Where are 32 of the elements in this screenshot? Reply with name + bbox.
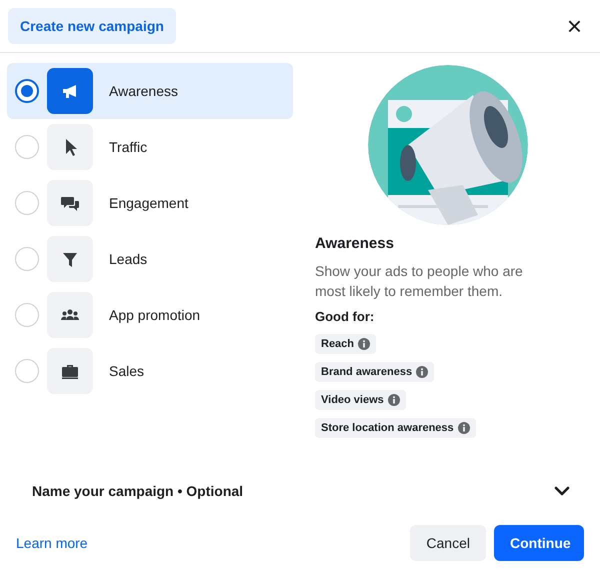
objective-label: Traffic (109, 138, 148, 156)
objective-option[interactable]: App promotion (7, 287, 293, 343)
good-for-label: Good for: (315, 308, 376, 326)
continue-button[interactable]: Continue (494, 525, 584, 561)
objective-option[interactable]: Sales (7, 343, 293, 399)
learn-more-link[interactable]: Learn more (16, 532, 88, 554)
objective-option[interactable]: Leads (7, 231, 293, 287)
tag-label: Store location awareness (321, 420, 454, 436)
cancel-button[interactable]: Cancel (410, 525, 486, 561)
tag-label: Reach (321, 336, 354, 352)
campaign-tab[interactable]: Create new campaign (8, 8, 176, 44)
objective-label: Awareness (109, 82, 178, 100)
info-icon[interactable] (358, 338, 370, 350)
objective-label: Leads (109, 250, 148, 268)
radio-button[interactable] (15, 79, 39, 103)
objective-label: Sales (109, 362, 144, 380)
tag-label: Brand awareness (321, 364, 412, 380)
close-button[interactable]: × (562, 14, 586, 38)
objective-option[interactable]: Traffic (7, 119, 293, 175)
tag-label: Video views (321, 392, 384, 408)
info-icon[interactable] (388, 394, 400, 406)
info-icon[interactable] (458, 422, 470, 434)
chevron-icon (554, 486, 570, 496)
objective-label: App promotion (109, 306, 200, 325)
objective-title: Awareness (315, 234, 395, 254)
objective-option[interactable]: Awareness (7, 63, 293, 119)
objective-label: Engagement (109, 194, 188, 213)
name-campaign-toggle[interactable]: Name your campaign • Optional (0, 471, 600, 511)
objective-option[interactable]: Engagement (7, 175, 293, 231)
info-icon[interactable] (416, 366, 428, 378)
objective-description: Show your ads to people who are most likely to remember them. (315, 262, 524, 300)
name-campaign-label: Name your campaign • Optional (32, 482, 244, 501)
